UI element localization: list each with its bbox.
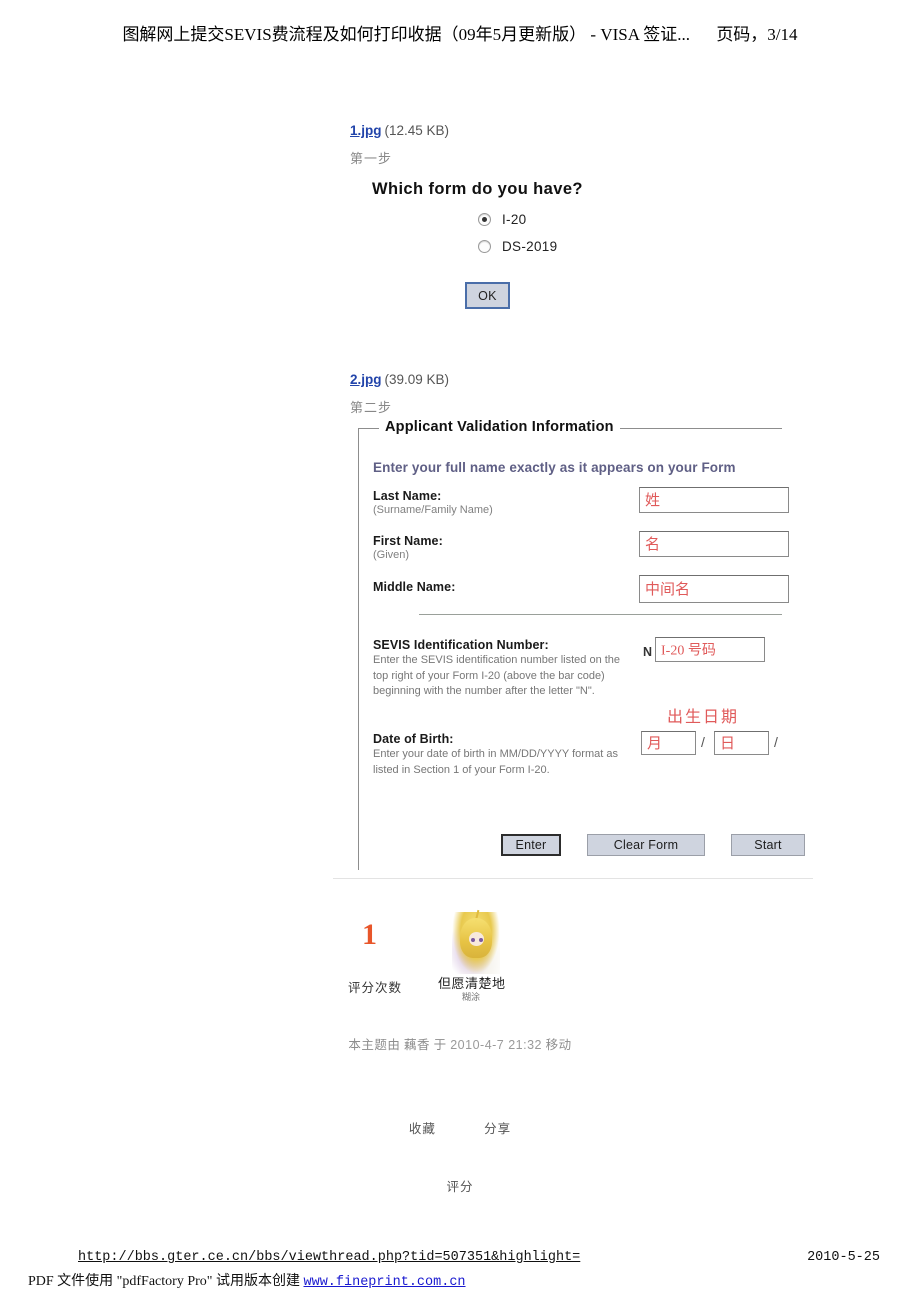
page-number-label: 页码，3/14 (716, 25, 798, 44)
avatar-eye-left-icon (471, 938, 475, 942)
attachment-size-1: (12.45 KB) (384, 123, 450, 138)
footer-date: 2010-5-25 (807, 1250, 880, 1265)
rating-count-label: 评分次数 (348, 981, 403, 995)
watermark-text: PDF 文件使用 "pdfFactory Pro" 试用版本创建 (28, 1274, 300, 1289)
radio-label-ds2019: DS-2019 (502, 239, 558, 254)
moved-note-prefix: 本主题由 藕香 于 (348, 1038, 447, 1052)
middle-name-input[interactable]: 中间名 (639, 575, 789, 603)
content-separator (333, 878, 813, 879)
moved-note-datetime: 2010-4-7 21:32 (450, 1038, 543, 1052)
dob-separator-1: / (701, 734, 705, 750)
dob-annotation-title: 出生日期 (667, 709, 740, 726)
attachment-link-2[interactable]: 2.jpg (350, 372, 382, 387)
avatar (452, 909, 500, 974)
favorite-link[interactable]: 收藏 (409, 1122, 436, 1136)
last-name-input[interactable]: 姓 (639, 487, 789, 513)
first-name-annotation: 名 (645, 537, 661, 554)
page-header-title: 图解网上提交SEVIS费流程及如何打印收据（09年5月更新版） - VISA 签… (122, 25, 691, 44)
sevis-id-input[interactable]: I-20 号码 (655, 637, 765, 662)
footer-url[interactable]: http://bbs.gter.ce.cn/bbs/viewthread.php… (78, 1250, 580, 1265)
radio-icon-ds2019[interactable] (478, 240, 491, 253)
radio-icon-i20[interactable] (478, 213, 491, 226)
sevis-n-prefix: N (643, 645, 653, 659)
section-divider (419, 614, 782, 615)
dob-day-annotation: 日 (720, 736, 736, 753)
dob-description: Enter your date of birth in MM/DD/YYYY f… (373, 748, 618, 776)
enter-button[interactable]: Enter (501, 834, 561, 856)
dob-day-input[interactable]: 日 (714, 731, 769, 755)
last-name-annotation: 姓 (645, 493, 661, 510)
screenshot-applicant-validation: Applicant Validation Information Enter y… (358, 419, 805, 870)
form-intro-text: Enter your full name exactly as it appea… (373, 460, 736, 475)
attachment-line-2: 2.jpg (39.09 KB) (350, 371, 449, 389)
first-name-input[interactable]: 名 (639, 531, 789, 557)
attachment-block-1: 1.jpg (12.45 KB) 第一步 (350, 122, 449, 167)
thread-moved-note: 本主题由 藕香 于 2010-4-7 21:32 移动 (0, 1034, 920, 1053)
attachment-line-1: 1.jpg (12.45 KB) (350, 122, 449, 140)
middle-name-annotation: 中间名 (645, 582, 691, 599)
attachment-block-2: 2.jpg (39.09 KB) 第二步 (350, 371, 449, 416)
dob-month-input[interactable]: 月 (641, 731, 696, 755)
sevis-id-annotation: I-20 号码 (661, 643, 716, 659)
rate-link-row: 评分 (0, 1176, 920, 1195)
radio-option-ds2019[interactable]: DS-2019 (478, 239, 800, 254)
fieldset-legend: Applicant Validation Information (379, 419, 620, 435)
watermark-link[interactable]: www.fineprint.com.cn (304, 1275, 466, 1290)
rate-link[interactable]: 评分 (446, 1180, 473, 1194)
radio-label-i20: I-20 (502, 212, 527, 227)
dob-separator-2: / (774, 734, 778, 750)
attachment-step-2: 第二步 (350, 400, 393, 415)
attachment-size-2: (39.09 KB) (384, 372, 450, 387)
pdf-watermark: PDF 文件使用 "pdfFactory Pro" 试用版本创建 www.fin… (28, 1270, 466, 1290)
ok-button[interactable]: OK (465, 282, 510, 309)
pdf-page: 图解网上提交SEVIS费流程及如何打印收据（09年5月更新版） - VISA 签… (0, 0, 920, 1301)
dob-month-annotation: 月 (647, 736, 663, 753)
share-link[interactable]: 分享 (484, 1122, 511, 1136)
page-header: 图解网上提交SEVIS费流程及如何打印收据（09年5月更新版） - VISA 签… (0, 20, 920, 45)
sevis-id-description: Enter the SEVIS identification number li… (373, 654, 621, 697)
attachment-step-1: 第一步 (350, 151, 393, 166)
start-button[interactable]: Start (731, 834, 805, 856)
attachment-link-1[interactable]: 1.jpg (350, 123, 382, 138)
avatar-eye-right-icon (479, 938, 483, 942)
author-subtitle: 糊涂 (462, 992, 481, 1002)
which-form-question: Which form do you have? (372, 180, 583, 198)
action-link-row: 收藏 分享 (0, 1118, 920, 1137)
clear-form-button[interactable]: Clear Form (587, 834, 705, 856)
moved-note-suffix: 移动 (545, 1038, 572, 1052)
rating-count: 1 (362, 918, 377, 951)
screenshot-which-form: Which form do you have? I-20 DS-2019 OK (350, 180, 800, 330)
radio-option-i20[interactable]: I-20 (478, 212, 800, 227)
